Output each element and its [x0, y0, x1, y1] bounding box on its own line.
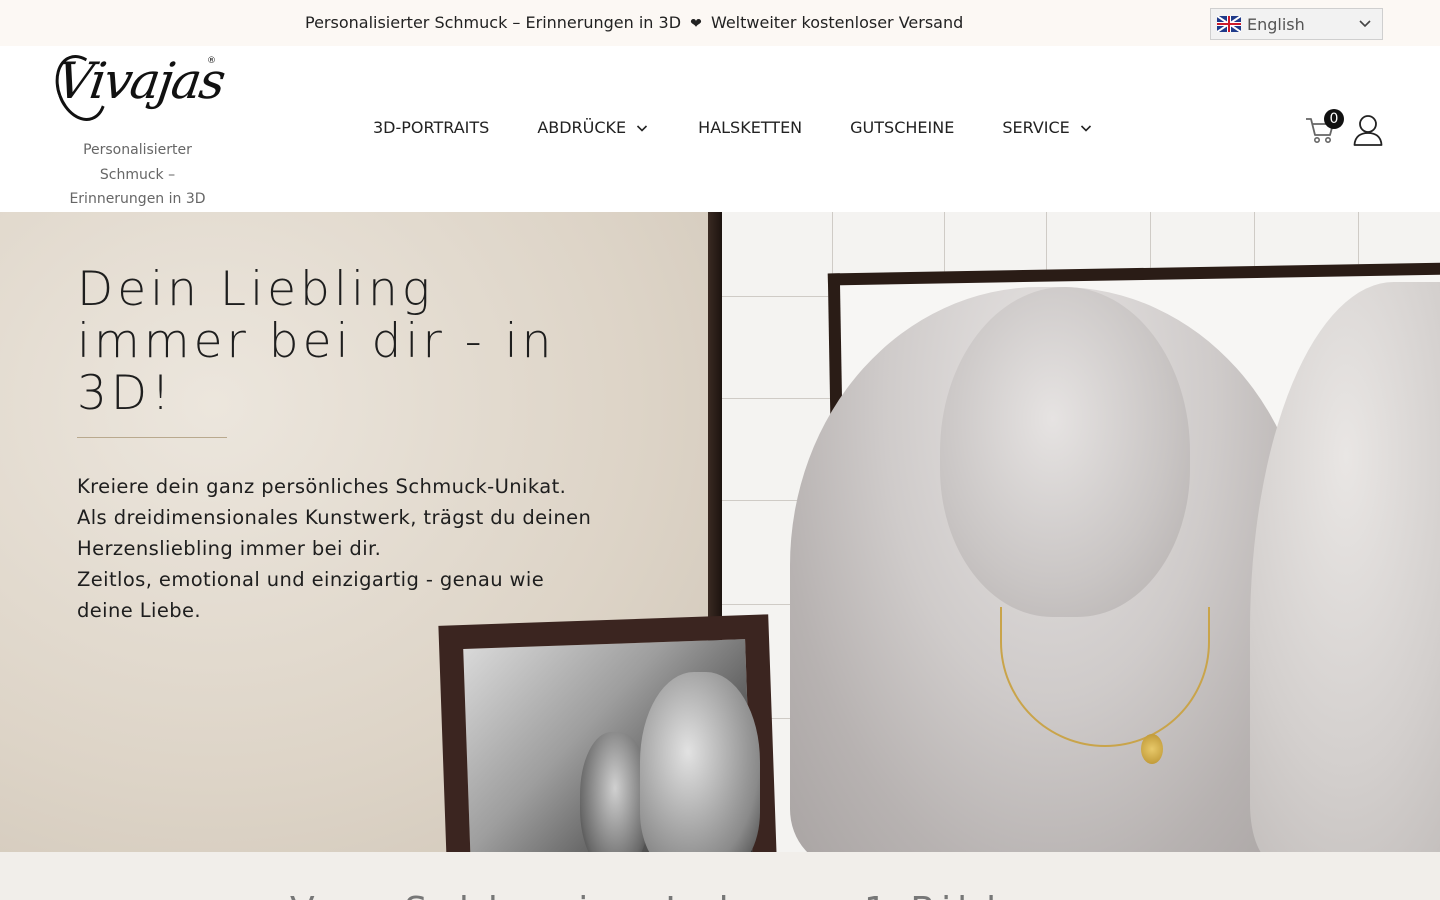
heart-icon: ❤: [690, 16, 702, 32]
chevron-down-icon: [1080, 124, 1091, 132]
chevron-down-icon: [637, 124, 648, 132]
site-header: Vivajas ® Personalisierter Schmuck – Eri…: [0, 46, 1440, 212]
nav-label: 3D-PORTRAITS: [373, 118, 490, 137]
announcement-right: Weltweiter kostenloser Versand: [710, 13, 964, 32]
uk-flag-icon: [1217, 16, 1241, 32]
next-section: Vom Schlag ins Leben… 1 Bild….: [0, 852, 1440, 900]
language-selector[interactable]: English: [1210, 8, 1383, 40]
nav-item-gutscheine[interactable]: GUTSCHEINE: [850, 118, 954, 137]
photo-person: [640, 672, 760, 852]
necklace-pendant: [1141, 734, 1163, 764]
hero-divider: [77, 437, 227, 438]
logo-wordmark: Vivajas: [52, 52, 228, 110]
bust-sculpture-head: [940, 287, 1190, 617]
hero-title: Dein Liebling immer bei dir - in 3D!: [77, 262, 556, 421]
site-logo[interactable]: Vivajas ®: [46, 47, 227, 136]
user-account-icon[interactable]: [1353, 114, 1383, 146]
hero-line: Als dreidimensionales Kunstwerk, trägst …: [77, 506, 592, 560]
hero-line: Kreiere dein ganz persönliches Schmuck-U…: [77, 475, 567, 498]
hero-description: Kreiere dein ganz persönliches Schmuck-U…: [77, 471, 597, 626]
chevron-down-icon: [1359, 20, 1371, 28]
nav-label: GUTSCHEINE: [850, 118, 955, 137]
nav-item-3d-portraits[interactable]: 3D-PORTRAITS: [373, 118, 489, 137]
nav-item-abdruecke[interactable]: ABDRÜCKE: [537, 118, 648, 137]
site-tagline: Personalisierter Schmuck – Erinnerungen …: [69, 142, 206, 207]
nav-label: HALSKETTEN: [698, 118, 803, 137]
hero-banner: Dein Liebling immer bei dir - in 3D! Kre…: [0, 212, 1440, 852]
language-label: English: [1247, 14, 1305, 34]
section-title: Vom Schlag ins Leben… 1 Bild….: [290, 890, 1061, 900]
announcement-text: Personalisierter Schmuck – Erinnerungen …: [305, 13, 963, 32]
main-nav: 3D-PORTRAITS ABDRÜCKE HALSKETTEN GUTSCHE…: [373, 118, 1092, 137]
nav-item-halsketten[interactable]: HALSKETTEN: [698, 118, 802, 137]
cart-count-badge: 0: [1324, 109, 1344, 129]
announcement-left: Personalisierter Schmuck – Erinnerungen …: [305, 13, 682, 32]
nav-label: ABDRÜCKE: [537, 118, 627, 137]
registered-mark: ®: [207, 56, 216, 66]
announcement-bar: Personalisierter Schmuck – Erinnerungen …: [0, 0, 1440, 46]
nav-item-service[interactable]: SERVICE: [1002, 118, 1091, 137]
nav-label: SERVICE: [1002, 118, 1070, 137]
hero-line: Zeitlos, emotional und einzigartig - gen…: [77, 568, 545, 622]
